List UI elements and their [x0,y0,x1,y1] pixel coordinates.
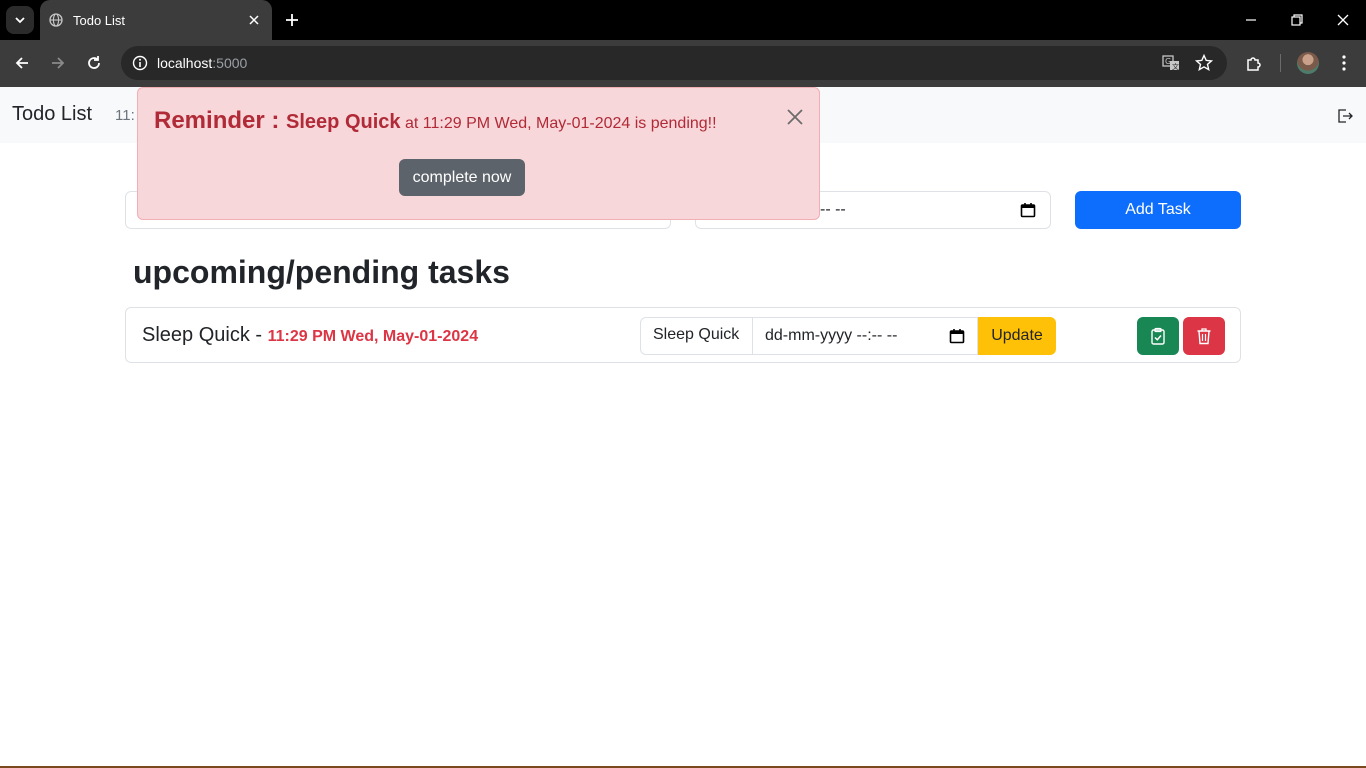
delete-task-button[interactable] [1183,317,1225,355]
complete-now-button[interactable]: complete now [399,159,525,196]
reminder-alert: Reminder : Sleep Quick at 11:29 PM Wed, … [137,87,820,220]
reminder-message: at 11:29 PM Wed, May-01-2024 is pending!… [400,115,717,132]
back-button[interactable] [8,49,36,77]
list-item: Sleep Quick - 11:29 PM Wed, May-01-2024 … [125,307,1241,363]
datetime-text: -- -- [820,201,846,218]
clipboard-check-icon [1151,327,1165,345]
translate-icon[interactable]: G文 [1160,52,1182,74]
app-brand[interactable]: Todo List [12,103,92,126]
reload-button[interactable] [80,49,108,77]
minimize-button[interactable] [1228,0,1274,40]
logout-icon[interactable] [1336,107,1354,125]
minimize-icon [1246,19,1256,21]
update-button[interactable]: Update [978,317,1056,355]
edit-datetime-text: dd-mm-yyyy --:-- -- [765,327,898,344]
url-host: localhost [157,55,213,71]
trash-icon [1197,328,1211,345]
complete-task-button[interactable] [1137,317,1179,355]
tab-title: Todo List [73,12,126,28]
url-port: :5000 [212,55,248,71]
restore-icon [1291,14,1303,26]
edit-task-name-input[interactable]: Sleep Quick [640,317,753,355]
plus-icon [286,14,298,26]
browser-menu-button[interactable] [1330,49,1358,77]
window-close-button[interactable] [1320,0,1366,40]
calendar-icon[interactable] [1020,202,1036,223]
section-heading: upcoming/pending tasks [133,254,510,290]
reminder-label: Reminder : [154,107,287,134]
add-task-button[interactable]: Add Task [1075,191,1241,229]
back-icon [15,57,28,69]
close-icon[interactable] [244,10,264,30]
extensions-button[interactable] [1240,49,1268,77]
svg-text:文: 文 [1172,62,1179,71]
extensions-icon [1247,57,1261,71]
forward-button[interactable] [44,49,72,77]
calendar-icon[interactable] [949,328,965,349]
reminder-text: Reminder : Sleep Quick at 11:29 PM Wed, … [154,107,717,135]
browser-toolbar: localhost:5000 G文 [0,40,1366,87]
task-name-text: Sleep Quick [142,324,250,346]
chevron-down-icon [15,17,25,24]
restore-button[interactable] [1274,0,1320,40]
browser-tab[interactable]: Todo List [40,0,272,40]
new-tab-button[interactable] [280,8,304,32]
info-icon[interactable] [129,52,151,74]
reminder-task-name: Sleep Quick [286,111,401,133]
task-title: Sleep Quick - 11:29 PM Wed, May-01-2024 [142,324,478,347]
current-time: 11: [115,107,135,124]
globe-icon [49,13,63,27]
tab-search-button[interactable] [6,6,34,34]
close-icon[interactable] [784,106,806,128]
edit-task-datetime-input[interactable]: dd-mm-yyyy --:-- -- [752,317,978,355]
toolbar-separator [1280,54,1281,72]
star-icon[interactable] [1193,52,1215,74]
profile-avatar[interactable] [1297,52,1319,74]
url-text: localhost:5000 [157,55,247,71]
address-bar[interactable]: localhost:5000 G文 [121,46,1227,80]
browser-tab-bar: Todo List [0,0,1366,40]
reload-icon [88,56,100,69]
forward-icon [52,57,65,69]
close-icon [1337,14,1349,26]
task-separator: - [249,324,268,346]
task-due-time: 11:29 PM Wed, May-01-2024 [267,328,479,345]
menu-icon [1342,55,1346,71]
